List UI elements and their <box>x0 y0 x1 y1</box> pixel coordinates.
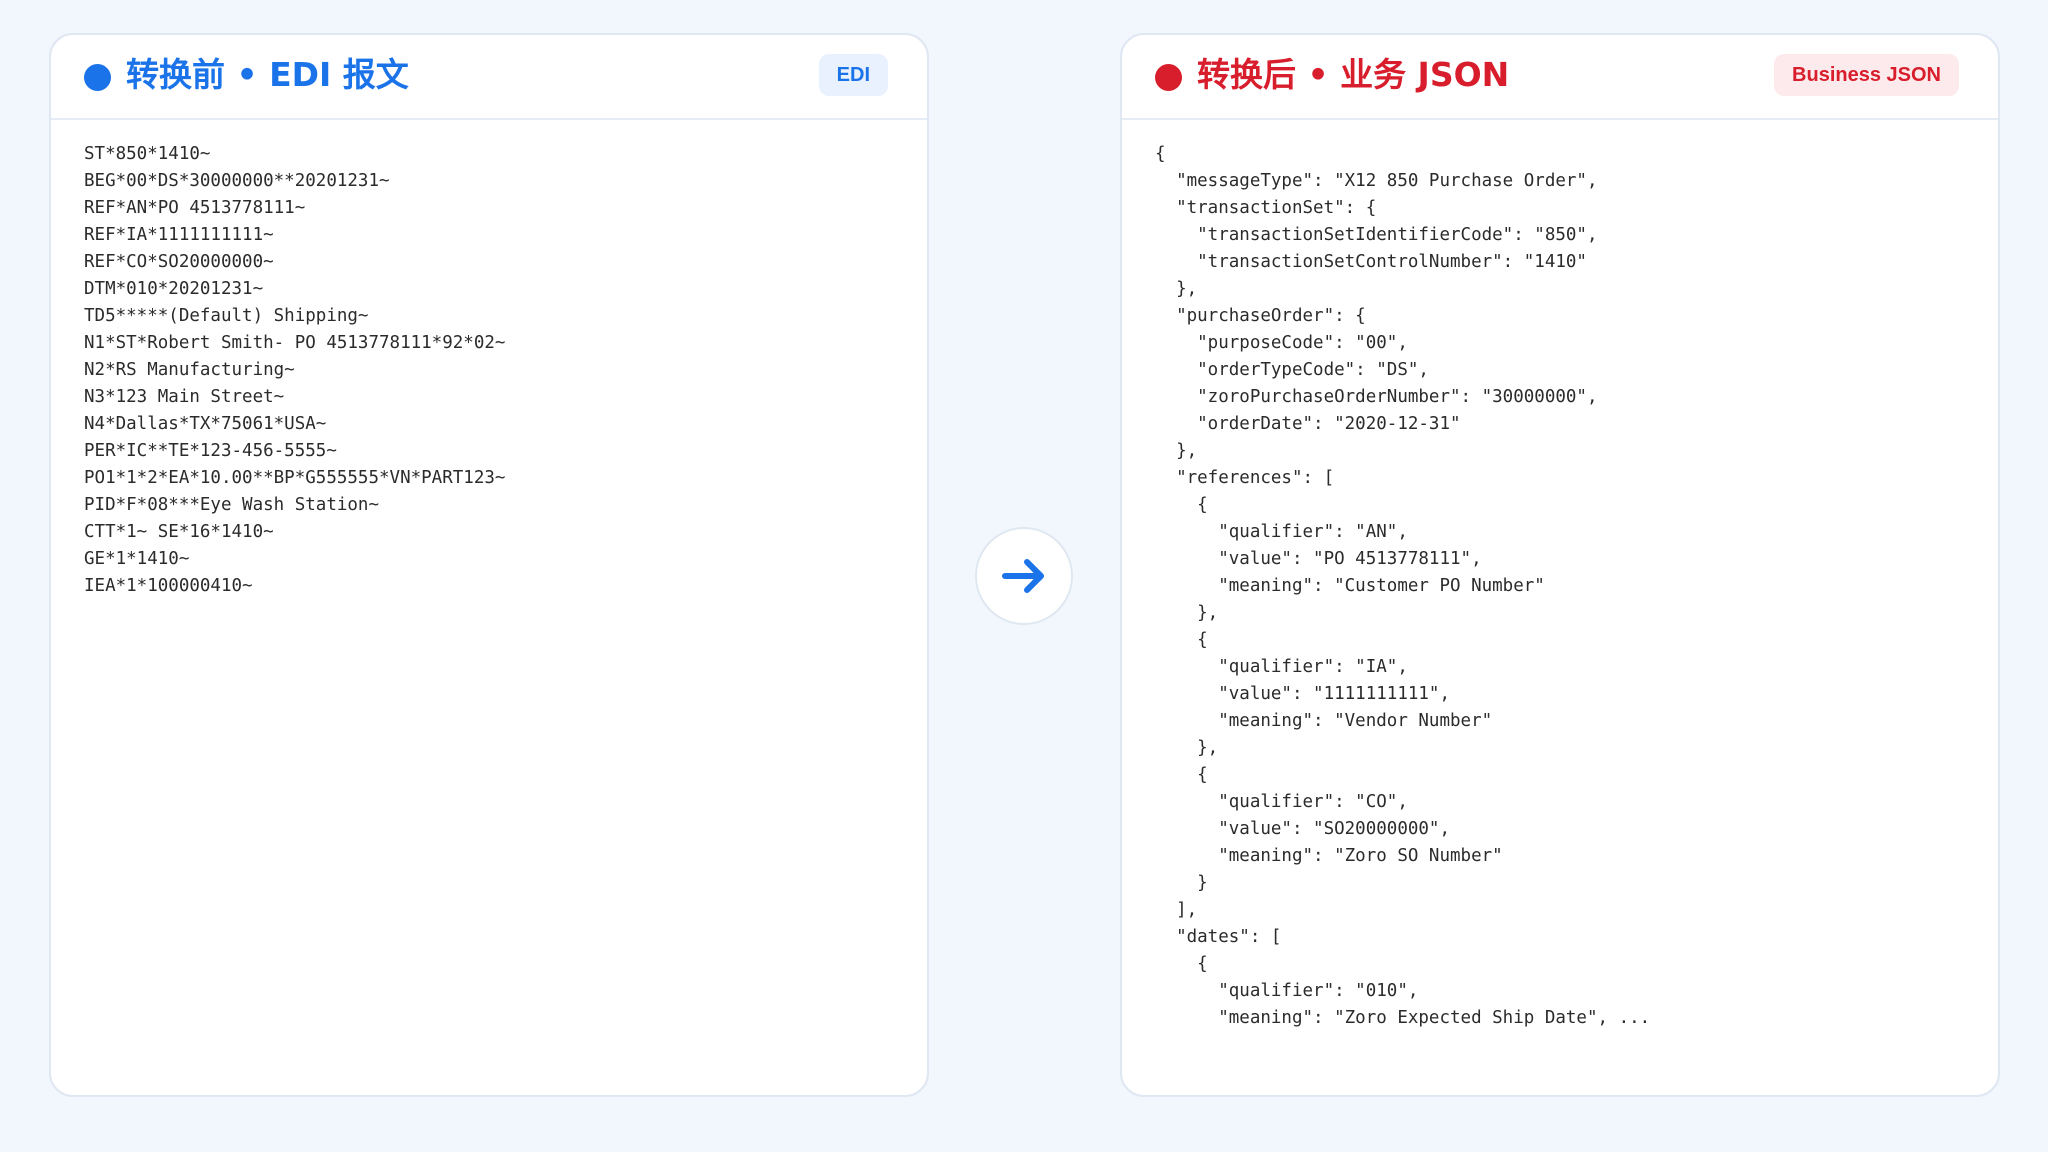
json-line: }, <box>1155 441 1198 461</box>
json-line: "purchaseOrder": { <box>1155 306 1366 326</box>
json-line: } <box>1155 873 1208 893</box>
edi-panel-title: 转换前 • EDI 报文 <box>126 55 409 94</box>
json-line: "purposeCode": "00", <box>1155 333 1408 353</box>
json-panel-title: 转换后 • 业务 JSON <box>1197 55 1510 94</box>
json-status-dot-icon <box>1155 64 1182 91</box>
edi-segment-line: N1*ST*Robert Smith- PO 4513778111*92*02~ <box>84 333 506 353</box>
json-line: "qualifier": "CO", <box>1155 792 1408 812</box>
json-line: ], <box>1155 900 1198 920</box>
json-line: "messageType": "X12 850 Purchase Order", <box>1155 171 1598 191</box>
json-line: "value": "1111111111", <box>1155 684 1451 704</box>
edi-status-dot-icon <box>84 64 111 91</box>
transform-arrow-button <box>975 527 1073 625</box>
json-line: "transactionSetIdentifierCode": "850", <box>1155 225 1598 245</box>
json-line: "meaning": "Zoro Expected Ship Date", ..… <box>1155 1008 1651 1028</box>
edi-segment-line: ST*850*1410~ <box>84 144 211 164</box>
edi-segment-line: GE*1*1410~ <box>84 549 190 569</box>
json-panel-header: 转换后 • 业务 JSON Business JSON <box>1122 35 1998 120</box>
edi-segment-line: BEG*00*DS*30000000**20201231~ <box>84 171 390 191</box>
json-line: "orderDate": "2020-12-31" <box>1155 414 1461 434</box>
json-line: "qualifier": "AN", <box>1155 522 1408 542</box>
json-line: { <box>1155 495 1208 515</box>
edi-badge: EDI <box>818 54 888 96</box>
edi-segment-line: N4*Dallas*TX*75061*USA~ <box>84 414 327 434</box>
edi-segment-line: TD5*****(Default) Shipping~ <box>84 306 369 326</box>
json-line: }, <box>1155 603 1219 623</box>
json-line: "qualifier": "010", <box>1155 981 1419 1001</box>
json-line: "references": [ <box>1155 468 1335 488</box>
json-badge: Business JSON <box>1774 54 1959 96</box>
json-line: "transactionSet": { <box>1155 198 1377 218</box>
json-line: "meaning": "Zoro SO Number" <box>1155 846 1503 866</box>
json-line: "orderTypeCode": "DS", <box>1155 360 1429 380</box>
json-line: { <box>1155 144 1166 164</box>
json-line: "value": "SO20000000", <box>1155 819 1451 839</box>
edi-segment-line: IEA*1*100000410~ <box>84 576 253 596</box>
json-line: "value": "PO 4513778111", <box>1155 549 1482 569</box>
edi-panel: 转换前 • EDI 报文 EDI ST*850*1410~ BEG*00*DS*3… <box>49 33 929 1097</box>
json-line: }, <box>1155 738 1219 758</box>
edi-segment-line: DTM*010*20201231~ <box>84 279 264 299</box>
json-line: "dates": [ <box>1155 927 1282 947</box>
edi-segment-line: REF*AN*PO 4513778111~ <box>84 198 306 218</box>
json-line: }, <box>1155 279 1198 299</box>
edi-segment-line: N2*RS Manufacturing~ <box>84 360 295 380</box>
arrow-right-icon <box>1002 559 1044 593</box>
edi-segment-line: REF*IA*1111111111~ <box>84 225 274 245</box>
edi-message-text: ST*850*1410~ BEG*00*DS*30000000**20201231… <box>84 141 505 600</box>
json-line: { <box>1155 765 1208 785</box>
json-line: "zoroPurchaseOrderNumber": "30000000", <box>1155 387 1598 407</box>
json-line: "meaning": "Customer PO Number" <box>1155 576 1545 596</box>
edi-panel-header: 转换前 • EDI 报文 EDI <box>51 35 927 120</box>
edi-segment-line: REF*CO*SO20000000~ <box>84 252 274 272</box>
edi-segment-line: PO1*1*2*EA*10.00**BP*G555555*VN*PART123~ <box>84 468 506 488</box>
json-line: "qualifier": "IA", <box>1155 657 1408 677</box>
json-line: { <box>1155 630 1208 650</box>
edi-segment-line: N3*123 Main Street~ <box>84 387 285 407</box>
edi-segment-line: PER*IC**TE*123-456-5555~ <box>84 441 337 461</box>
json-line: "transactionSetControlNumber": "1410" <box>1155 252 1587 272</box>
json-output-text: { "messageType": "X12 850 Purchase Order… <box>1155 141 1650 1032</box>
json-line: { <box>1155 954 1208 974</box>
json-panel: 转换后 • 业务 JSON Business JSON { "messageTy… <box>1120 33 2000 1097</box>
json-line: "meaning": "Vendor Number" <box>1155 711 1493 731</box>
edi-segment-line: CTT*1~ SE*16*1410~ <box>84 522 274 542</box>
edi-segment-line: PID*F*08***Eye Wash Station~ <box>84 495 380 515</box>
